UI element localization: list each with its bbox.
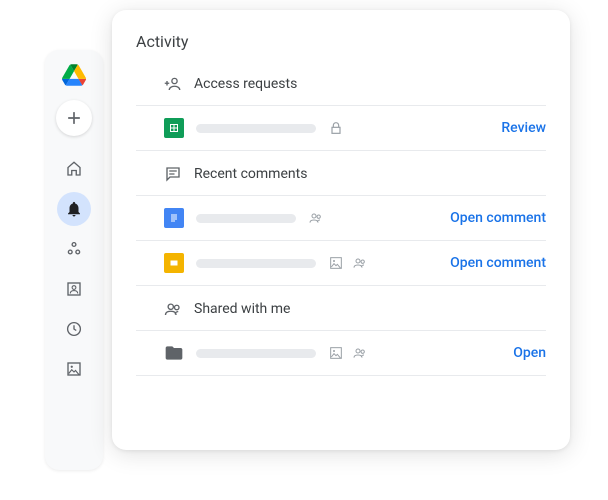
folder-icon bbox=[164, 343, 184, 363]
people-icon bbox=[352, 255, 368, 271]
bell-icon bbox=[65, 200, 83, 218]
section-title: Access requests bbox=[194, 76, 297, 92]
workspaces-icon bbox=[65, 240, 83, 258]
access-request-row[interactable]: Review bbox=[136, 105, 546, 151]
person-add-icon bbox=[164, 75, 182, 93]
meta-icons bbox=[328, 345, 368, 361]
comment-row[interactable]: Open comment bbox=[136, 240, 546, 286]
meta-icons bbox=[328, 120, 344, 136]
section-header: Access requests bbox=[136, 69, 546, 105]
review-link[interactable]: Review bbox=[501, 120, 546, 136]
comment-row[interactable]: Open comment bbox=[136, 195, 546, 240]
nav-workspaces[interactable] bbox=[57, 232, 91, 266]
section-header: Recent comments bbox=[136, 159, 546, 195]
clock-icon bbox=[65, 320, 83, 338]
sidebar bbox=[45, 50, 103, 470]
nav-recent[interactable] bbox=[57, 312, 91, 346]
shared-row[interactable]: Open bbox=[136, 330, 546, 376]
nav-activity[interactable] bbox=[57, 192, 91, 226]
nav-starred[interactable] bbox=[57, 352, 91, 386]
section-title: Recent comments bbox=[194, 166, 307, 182]
panel-title: Activity bbox=[136, 32, 546, 51]
plus-icon bbox=[64, 108, 84, 128]
new-button[interactable] bbox=[56, 100, 92, 136]
slides-icon bbox=[164, 253, 184, 273]
section-shared-with-me: Shared with me Open bbox=[136, 294, 546, 376]
file-title-placeholder bbox=[196, 124, 316, 133]
section-header: Shared with me bbox=[136, 294, 546, 330]
open-comment-link[interactable]: Open comment bbox=[450, 255, 546, 271]
file-title-placeholder bbox=[196, 259, 316, 268]
image-icon bbox=[328, 255, 344, 271]
sheets-icon bbox=[164, 118, 184, 138]
meta-icons bbox=[328, 255, 368, 271]
nav-home[interactable] bbox=[57, 152, 91, 186]
file-title-placeholder bbox=[196, 214, 296, 223]
section-title: Shared with me bbox=[194, 301, 290, 317]
people-icon bbox=[352, 345, 368, 361]
drive-logo bbox=[62, 64, 86, 86]
meta-icons bbox=[308, 210, 324, 226]
file-title-placeholder bbox=[196, 349, 316, 358]
person-box-icon bbox=[65, 280, 83, 298]
nav-shared[interactable] bbox=[57, 272, 91, 306]
open-comment-link[interactable]: Open comment bbox=[450, 210, 546, 226]
people-icon bbox=[164, 300, 182, 318]
activity-panel: Activity Access requests Review Recent c… bbox=[112, 10, 570, 450]
people-icon bbox=[308, 210, 324, 226]
image-box-icon bbox=[65, 360, 83, 378]
section-recent-comments: Recent comments Open comment Open commen… bbox=[136, 159, 546, 286]
docs-icon bbox=[164, 208, 184, 228]
comment-icon bbox=[164, 165, 182, 183]
image-icon bbox=[328, 345, 344, 361]
open-link[interactable]: Open bbox=[513, 345, 546, 361]
lock-icon bbox=[328, 120, 344, 136]
home-icon bbox=[65, 160, 83, 178]
section-access-requests: Access requests Review bbox=[136, 69, 546, 151]
